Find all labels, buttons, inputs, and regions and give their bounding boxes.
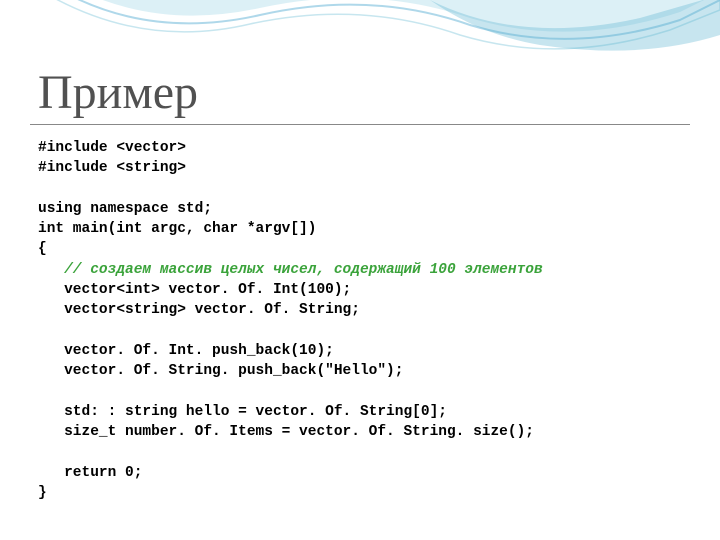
slide: Пример #include <vector> #include <strin…	[0, 0, 720, 540]
code-line-indent	[38, 262, 64, 278]
slide-title: Пример	[38, 65, 198, 120]
code-line: vector<string> vector. Of. String;	[38, 302, 360, 318]
code-line: {	[38, 241, 47, 257]
code-line: }	[38, 485, 47, 501]
title-underline	[30, 124, 690, 125]
code-line: vector<int> vector. Of. Int(100);	[38, 282, 351, 298]
code-comment: // создаем массив целых чисел, содержащи…	[64, 262, 543, 278]
code-line: size_t number. Of. Items = vector. Of. S…	[38, 424, 534, 440]
code-line: int main(int argc, char *argv[])	[38, 221, 316, 237]
code-line: #include <vector>	[38, 140, 186, 156]
code-line: #include <string>	[38, 160, 186, 176]
code-line: vector. Of. String. push_back("Hello");	[38, 363, 403, 379]
code-line: std: : string hello = vector. Of. String…	[38, 404, 447, 420]
code-line: return 0;	[38, 465, 142, 481]
code-line: vector. Of. Int. push_back(10);	[38, 343, 334, 359]
code-block: #include <vector> #include <string> usin…	[38, 138, 543, 503]
code-line: using namespace std;	[38, 201, 212, 217]
